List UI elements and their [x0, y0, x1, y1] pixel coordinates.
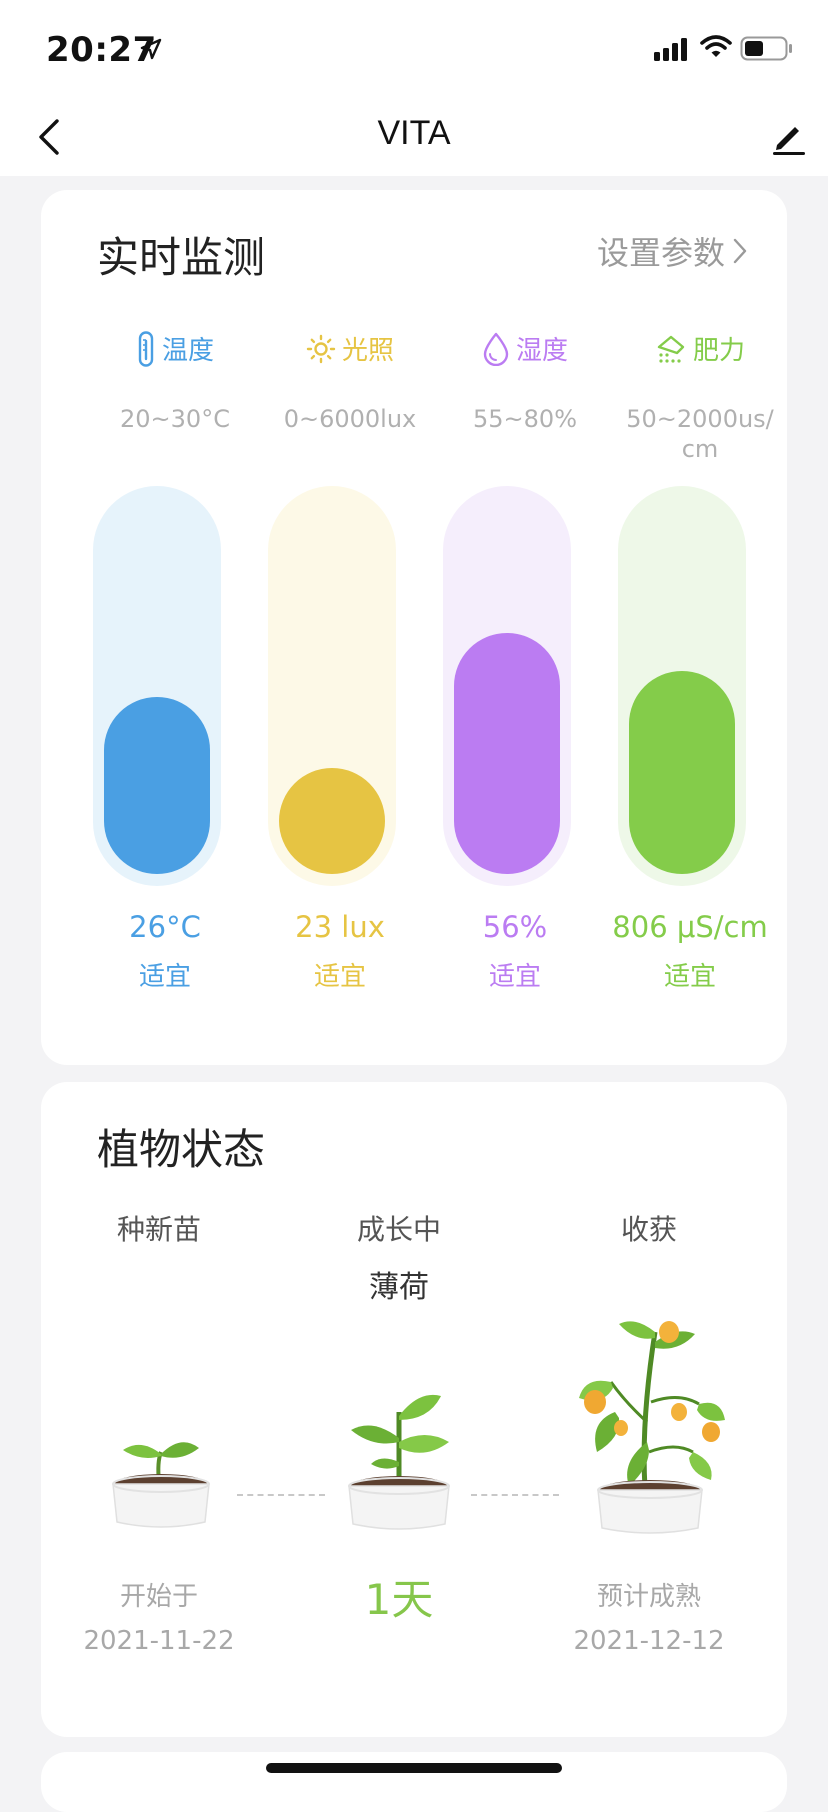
expected-label: 预计成熟: [596, 1582, 701, 1612]
metric-label: 肥力: [692, 336, 745, 366]
plant-status-card: 植物状态 种新苗 开始于 2021-11-22 成长中 薄荷 1天 收获 预计成…: [41, 1082, 787, 1737]
fruiting-plant-pot-image: [579, 1321, 725, 1534]
metric-value: 806 μS/cm: [612, 910, 768, 944]
wifi-icon: [700, 35, 732, 57]
metric-label: 温度: [161, 336, 214, 366]
metric-status: 适宜: [488, 962, 541, 992]
level-fill: [279, 768, 385, 874]
monitor-title: 实时监测: [97, 233, 266, 282]
metric-range: 55~80%: [473, 405, 577, 433]
level-track: [443, 486, 571, 886]
edit-button[interactable]: [764, 112, 814, 162]
water-drop-icon: [483, 332, 509, 366]
metric-head: 湿度: [437, 330, 613, 367]
metric-head: 光照: [262, 330, 438, 367]
progress-dash-left: [237, 1494, 325, 1496]
sun-icon: [306, 334, 336, 363]
home-indicator: [266, 1763, 562, 1773]
battery-icon: [740, 36, 792, 61]
start-label: 开始于: [119, 1582, 198, 1612]
settings-label: 设置参数: [596, 234, 725, 272]
next-card: [41, 1752, 787, 1812]
plant-name: 薄荷: [369, 1270, 429, 1305]
metric-range: 20~30°C: [120, 405, 230, 433]
stage-label-growing: 成长中: [356, 1213, 441, 1246]
seedling-pot-image: [112, 1442, 210, 1528]
level-fill: [104, 697, 210, 874]
thermometer-icon: [138, 330, 154, 367]
pencil-icon: [773, 127, 805, 155]
metric-status: 适宜: [138, 962, 191, 992]
metric-range: 50~2000us/ cm: [626, 405, 774, 463]
growing-plant-pot-image: [348, 1394, 450, 1530]
cellular-signal-icon: [654, 38, 687, 61]
settings-link[interactable]: 设置参数: [597, 228, 747, 274]
page-title: VITA: [377, 114, 451, 152]
level-track: [618, 486, 746, 886]
metric-value: 23 lux: [295, 910, 385, 944]
fertilizer-icon: [657, 335, 685, 363]
metric-label: 湿度: [515, 336, 568, 366]
growth-days: 1天: [364, 1575, 434, 1624]
progress-dash-right: [471, 1494, 559, 1496]
level-track: [268, 486, 396, 886]
metric-head: 温度: [87, 330, 263, 367]
stage-label-harvest: 收获: [620, 1213, 677, 1246]
nav-bar: VITA: [0, 100, 828, 176]
metric-head: 肥力: [612, 330, 788, 367]
metric-range: 0~6000lux: [283, 405, 417, 433]
expected-date: 2021-12-12: [573, 1626, 725, 1656]
plant-status-title: 植物状态: [97, 1125, 266, 1174]
start-date: 2021-11-22: [83, 1626, 235, 1656]
metric-status: 适宜: [313, 962, 366, 992]
level-fill: [629, 671, 735, 874]
metric-status: 适宜: [663, 962, 716, 992]
level-track: [93, 486, 221, 886]
level-fill: [454, 633, 560, 874]
metric-value: 56%: [482, 910, 548, 944]
chevron-right-icon: [733, 238, 747, 264]
metric-label: 光照: [341, 336, 394, 366]
monitor-card: 实时监测 设置参数 温度 20~30°C 26°C 适宜 光照 0~6000lu…: [41, 190, 787, 1065]
metric-value: 26°C: [129, 910, 201, 944]
stage-label-seedling: 种新苗: [116, 1213, 201, 1246]
status-bar: 20:27: [0, 0, 828, 100]
location-arrow-icon: [140, 38, 162, 60]
